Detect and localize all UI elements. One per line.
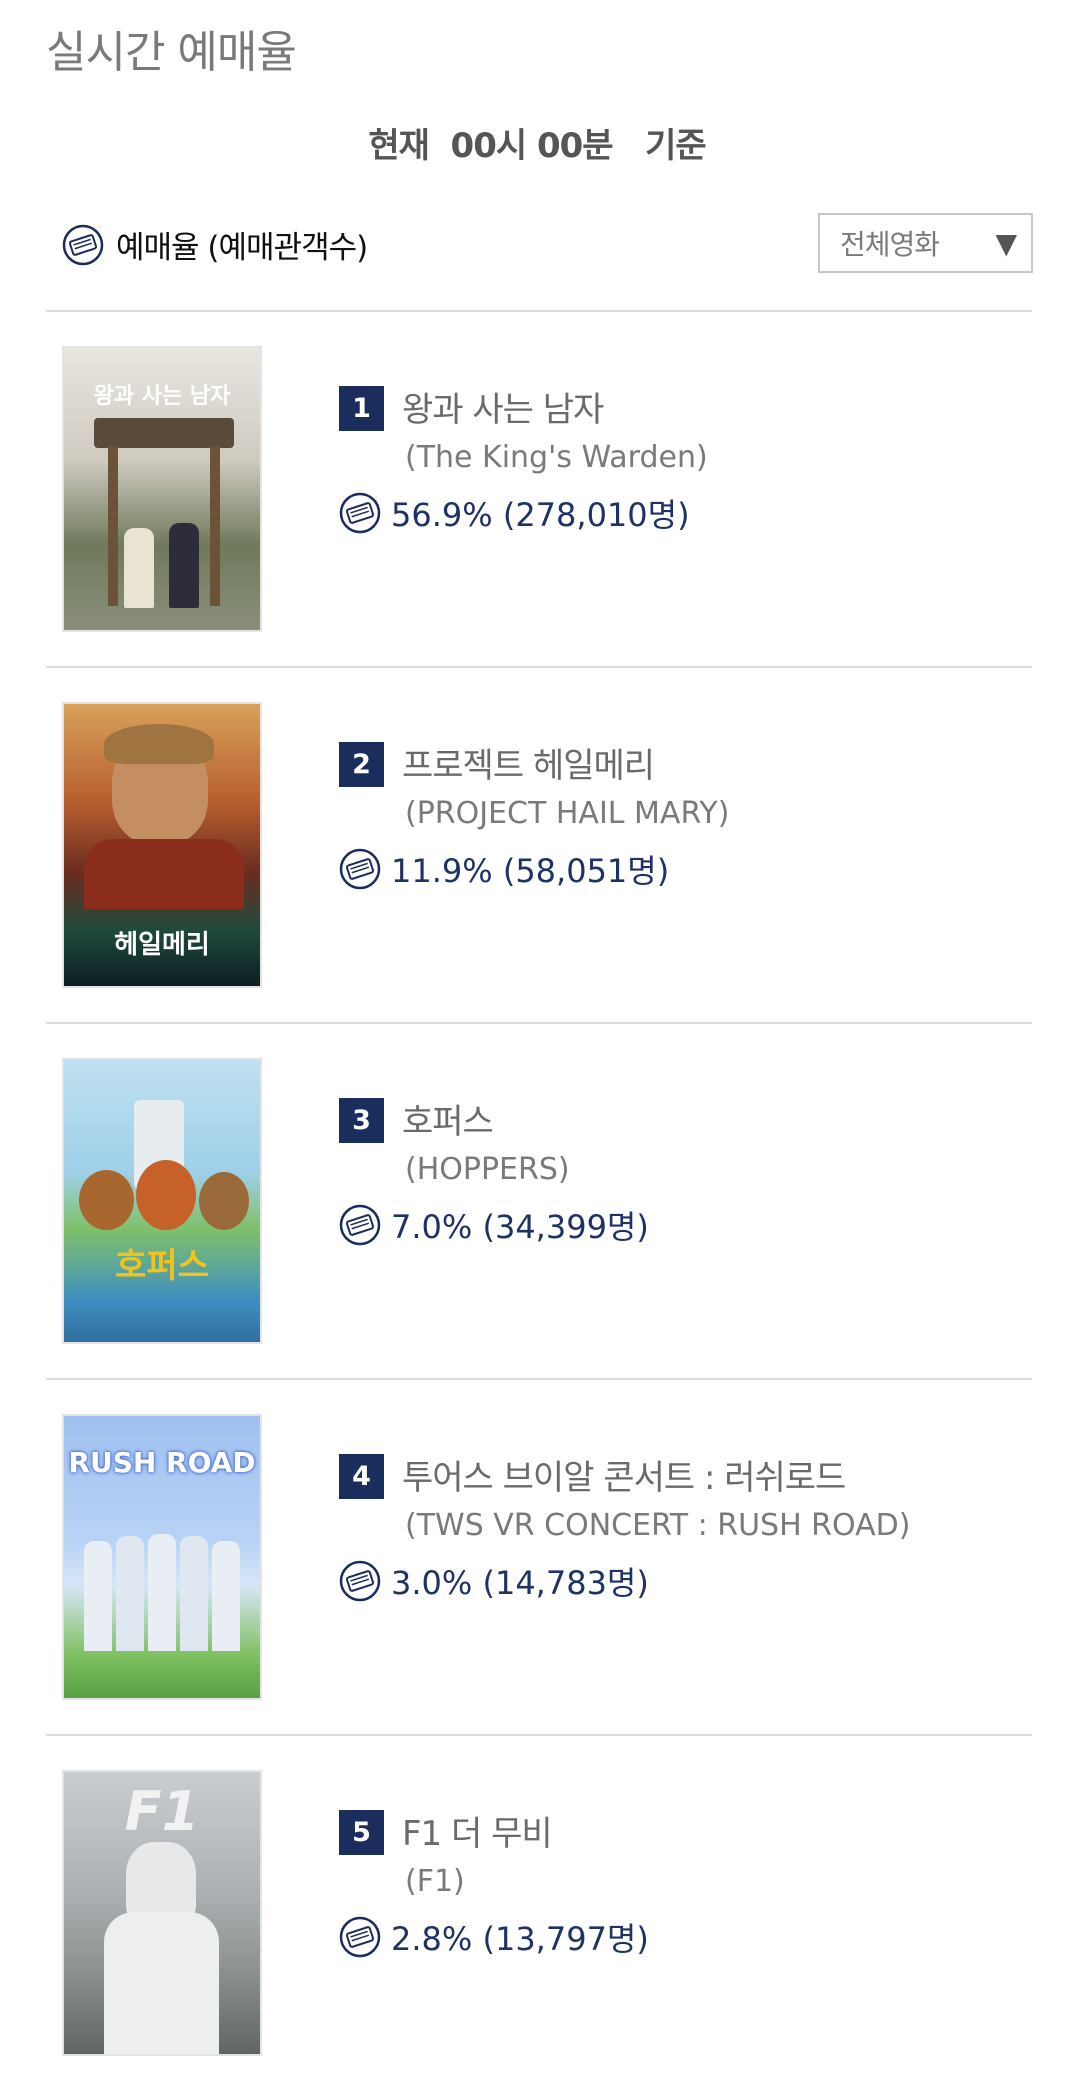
movie-title-en: (The King's Warden) [405, 440, 708, 475]
timestamp-subtitle: 현재 00시 00분 기준 [368, 126, 706, 166]
rank-badge: 3 [339, 1098, 384, 1143]
poster-title: RUSH ROAD [68, 1446, 256, 1479]
ticket-icon [339, 492, 381, 534]
movie-poster[interactable]: 왕과 사는 남자 [62, 346, 262, 632]
booking-rate-text: 3.0% (14,783명) [391, 1564, 649, 1602]
list-item[interactable]: 왕과 사는 남자 1 왕과 사는 남자 (The King's Warden) … [46, 310, 1032, 666]
legend: 예매율 (예매관객수) [62, 222, 368, 267]
rank-badge: 4 [339, 1454, 384, 1499]
ticket-icon [62, 224, 104, 265]
booking-rate: 2.8% (13,797명) [339, 1914, 649, 1960]
rank-badge: 5 [339, 1810, 384, 1855]
booking-rate-text: 11.9% (58,051명) [391, 852, 670, 890]
movie-title-en: (F1) [405, 1864, 465, 1899]
poster-title: 왕과 사는 남자 [93, 383, 231, 409]
movie-title[interactable]: 투어스 브이알 콘서트 : 러쉬로드 [402, 1450, 846, 1499]
ticket-icon [339, 1916, 381, 1958]
movie-poster[interactable]: 헤일메리 [62, 702, 262, 988]
poster-title: 호퍼스 [115, 1246, 209, 1286]
booking-rate: 7.0% (34,399명) [339, 1202, 649, 1248]
rank-badge: 1 [339, 386, 384, 431]
booking-rate-text: 7.0% (34,399명) [391, 1208, 649, 1246]
page-title: 실시간 예매율 [46, 27, 297, 78]
rank-badge: 2 [339, 742, 384, 787]
booking-rate: 11.9% (58,051명) [339, 846, 669, 892]
movie-poster[interactable]: RUSH ROAD [62, 1414, 262, 1700]
movie-poster[interactable]: 호퍼스 [62, 1058, 262, 1344]
list-item[interactable]: 호퍼스 3 호퍼스 (HOPPERS) 7.0% (34,399명) [46, 1022, 1032, 1378]
movie-title-en: (PROJECT HAIL MARY) [405, 796, 730, 831]
list-item[interactable]: RUSH ROAD 4 투어스 브이알 콘서트 : 러쉬로드 (TWS VR C… [46, 1378, 1032, 1734]
movie-title-en: (TWS VR CONCERT : RUSH ROAD) [405, 1508, 911, 1543]
ticket-icon [339, 1204, 381, 1246]
ticket-icon [339, 1560, 381, 1602]
movie-title[interactable]: F1 더 무비 [402, 1806, 553, 1855]
booking-rate-text: 2.8% (13,797명) [391, 1920, 649, 1958]
filter-selected-value: 전체영화 [840, 228, 940, 261]
movie-filter-select[interactable]: 전체영화 ▼ [818, 213, 1033, 273]
movie-poster[interactable]: F1 [62, 1770, 262, 2056]
booking-rate-text: 56.9% (278,010명) [391, 496, 690, 534]
movie-title[interactable]: 프로젝트 헤일메리 [402, 738, 655, 787]
poster-title: F1 [124, 1780, 200, 1843]
list-item[interactable]: F1 5 F1 더 무비 (F1) 2.8% (13,797명) [46, 1734, 1032, 2090]
movie-ranking-list: 왕과 사는 남자 1 왕과 사는 남자 (The King's Warden) … [46, 310, 1032, 2090]
movie-title[interactable]: 호퍼스 [402, 1094, 494, 1143]
legend-label: 예매율 (예매관객수) [116, 230, 368, 266]
movie-title[interactable]: 왕과 사는 남자 [402, 382, 604, 431]
chevron-down-icon: ▼ [995, 227, 1017, 260]
list-item[interactable]: 헤일메리 2 프로젝트 헤일메리 (PROJECT HAIL MARY) 11.… [46, 666, 1032, 1022]
poster-title: 헤일메리 [114, 930, 210, 960]
booking-rate: 3.0% (14,783명) [339, 1558, 649, 1604]
movie-title-en: (HOPPERS) [405, 1152, 570, 1187]
booking-rate: 56.9% (278,010명) [339, 490, 690, 536]
ticket-icon [339, 848, 381, 890]
